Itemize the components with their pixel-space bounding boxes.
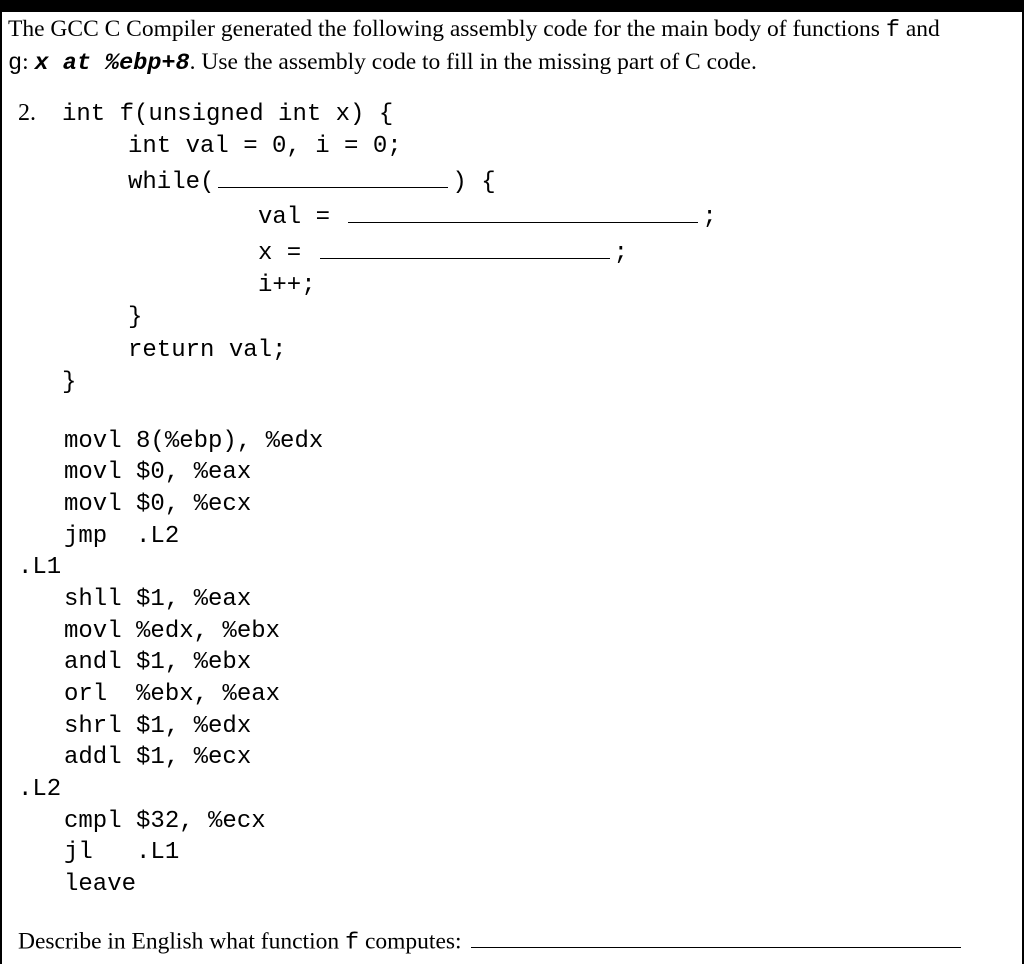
code-line-5: x = ; bbox=[18, 235, 1006, 270]
intro-text-2: C Compiler generated the following assem… bbox=[99, 16, 886, 42]
asm-label-l1: .L1 bbox=[18, 552, 1006, 584]
intro-f: f bbox=[886, 17, 900, 44]
code-text-7: } bbox=[128, 302, 142, 334]
intro-text-4: : bbox=[22, 49, 34, 75]
code-line-6: i++; bbox=[18, 270, 1006, 302]
c-code-block: 2.int f(unsigned int x) { int val = 0, i… bbox=[4, 87, 1020, 400]
asm-line-7: andl $1, %ebx bbox=[64, 647, 1006, 679]
asm-line-1: movl 8(%ebp), %edx bbox=[64, 426, 1006, 458]
intro-text-3: and bbox=[900, 16, 940, 42]
asm-line-2: movl $0, %eax bbox=[64, 457, 1006, 489]
code-line-7: } bbox=[18, 302, 1006, 334]
intro-ebp: %ebp+8 bbox=[105, 50, 190, 77]
intro-g: g bbox=[8, 50, 22, 77]
intro-at: at bbox=[49, 50, 105, 77]
intro-x: x bbox=[35, 50, 49, 77]
asm-line-5: shll $1, %eax bbox=[64, 584, 1006, 616]
code-line-4: val = ; bbox=[18, 199, 1006, 234]
code-line-9: } bbox=[18, 367, 1006, 399]
code-text-5a: x = bbox=[258, 238, 316, 270]
top-black-bar bbox=[0, 0, 1024, 12]
asm-line-3: movl $0, %ecx bbox=[64, 489, 1006, 521]
intro-gcc: GCC bbox=[50, 16, 98, 42]
asm-line-10: addl $1, %ecx bbox=[64, 742, 1006, 774]
code-text-3a: while( bbox=[128, 167, 214, 199]
describe-text-1: Describe in English what function bbox=[18, 928, 345, 954]
asm-line-9: shrl $1, %edx bbox=[64, 711, 1006, 743]
code-text-5b: ; bbox=[614, 238, 628, 270]
code-text-2: int val = 0, i = 0; bbox=[128, 131, 402, 163]
blank-while-condition[interactable] bbox=[218, 164, 448, 188]
code-line-2: int val = 0, i = 0; bbox=[18, 131, 1006, 163]
code-text-4b: ; bbox=[702, 202, 716, 234]
describe-text-2: computes: bbox=[359, 928, 467, 954]
code-text-9: } bbox=[62, 367, 76, 399]
asm-label-l2: .L2 bbox=[18, 774, 1006, 806]
describe-f: f bbox=[345, 929, 359, 956]
code-line-1: 2.int f(unsigned int x) { bbox=[18, 97, 1006, 131]
asm-line-8: orl %ebx, %eax bbox=[64, 679, 1006, 711]
blank-val-assign[interactable] bbox=[348, 199, 698, 223]
code-line-3: while( ) { bbox=[18, 164, 1006, 199]
blank-x-assign[interactable] bbox=[320, 235, 610, 259]
asm-line-11: cmpl $32, %ecx bbox=[64, 806, 1006, 838]
code-text-4a: val = bbox=[258, 202, 344, 234]
code-line-8: return val; bbox=[18, 335, 1006, 367]
assembly-block: movl 8(%ebp), %edx movl $0, %eax movl $0… bbox=[4, 400, 1020, 901]
intro-text-5: . Use the assembly code to fill in the m… bbox=[190, 49, 757, 75]
code-text-8: return val; bbox=[128, 335, 286, 367]
asm-line-4: jmp .L2 bbox=[64, 521, 1006, 553]
code-text-1: int f(unsigned int x) { bbox=[62, 99, 393, 131]
asm-line-6: movl %edx, %ebx bbox=[64, 616, 1006, 648]
intro-text-1: The bbox=[8, 16, 50, 42]
blank-describe[interactable] bbox=[471, 925, 961, 949]
asm-line-13: leave bbox=[64, 869, 1006, 901]
code-text-6: i++; bbox=[258, 270, 316, 302]
asm-line-12: jl .L1 bbox=[64, 837, 1006, 869]
code-text-3b: ) { bbox=[452, 167, 495, 199]
question-number: 2. bbox=[18, 97, 62, 129]
document-content: The GCC C Compiler generated the followi… bbox=[0, 12, 1024, 964]
intro-paragraph: The GCC C Compiler generated the followi… bbox=[4, 12, 1020, 87]
